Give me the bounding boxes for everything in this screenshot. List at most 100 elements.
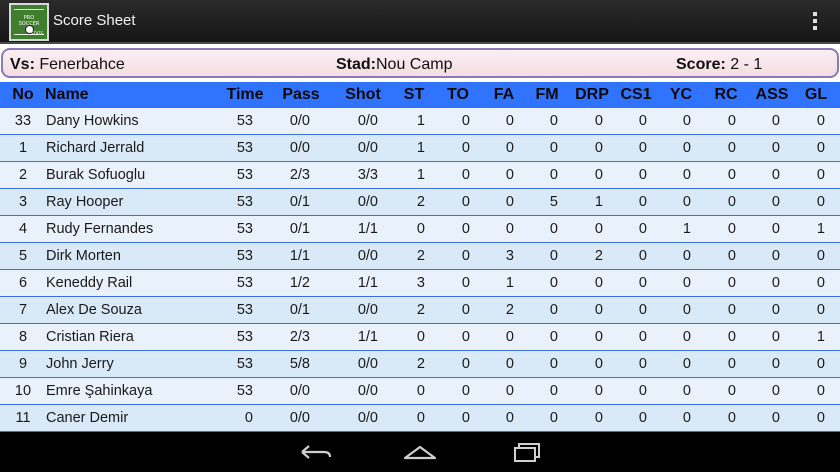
header-col-st: ST <box>403 86 425 103</box>
cell-name: Ray Hooper <box>46 194 124 210</box>
table-row[interactable]: 9 John Jerry 53 5/8 0/0 2 0 0 0 0 0 0 0 0 0 <box>0 351 840 378</box>
cell-gl: 0 <box>816 410 825 426</box>
cell-time: 53 <box>236 221 253 237</box>
cell-shot: 0/0 <box>357 302 378 318</box>
table-row[interactable]: 7 Alex De Souza 53 0/1 0/0 2 0 2 0 0 0 0 0 0 0 <box>0 297 840 324</box>
cell-yc: 0 <box>682 329 691 345</box>
cell-no: 5 <box>18 248 28 264</box>
score-label: Score: <box>676 56 726 73</box>
cell-no: 1 <box>18 140 28 156</box>
cell-yc: 0 <box>682 410 691 426</box>
cell-st: 2 <box>416 194 425 210</box>
cell-no: 7 <box>18 302 28 318</box>
cell-no: 8 <box>18 329 28 345</box>
cell-rc: 0 <box>727 248 736 264</box>
cell-rc: 0 <box>727 194 736 210</box>
cell-ass: 0 <box>771 221 780 237</box>
recents-icon[interactable] <box>506 440 546 464</box>
cell-fa: 0 <box>505 167 514 183</box>
cell-ass: 0 <box>771 194 780 210</box>
cell-rc: 0 <box>727 275 736 291</box>
table-row[interactable]: 6 Keneddy Rail 53 1/2 1/1 3 0 1 0 0 0 0 0 0 0 <box>0 270 840 297</box>
header-col-rc: RC <box>714 86 738 103</box>
cell-name: Keneddy Rail <box>46 275 133 291</box>
cell-to: 0 <box>461 140 470 156</box>
home-icon[interactable] <box>400 440 440 464</box>
cell-fm: 5 <box>549 194 558 210</box>
app-logo-sublabel: STATS <box>30 31 43 36</box>
cell-no: 3 <box>18 194 28 210</box>
cell-fm: 0 <box>549 302 558 318</box>
cell-gl: 0 <box>816 383 825 399</box>
cell-shot: 1/1 <box>357 275 378 291</box>
system-nav-bar <box>0 432 840 472</box>
cell-no: 9 <box>18 356 28 372</box>
cell-fa: 0 <box>505 194 514 210</box>
cell-fm: 0 <box>549 140 558 156</box>
opponent-value: Fenerbahce <box>39 56 125 73</box>
cell-pass: 0/0 <box>289 140 310 156</box>
header-col-drp: DRP <box>575 86 609 103</box>
cell-drp: 2 <box>594 248 603 264</box>
cell-name: Alex De Souza <box>46 302 142 318</box>
cell-yc: 0 <box>682 302 691 318</box>
cell-drp: 0 <box>594 410 603 426</box>
table-row[interactable]: 11 Caner Demir 0 0/0 0/0 0 0 0 0 0 0 0 0 0 0 <box>0 405 840 432</box>
cell-st: 3 <box>416 275 425 291</box>
cell-pass: 1/2 <box>289 275 310 291</box>
table-row[interactable]: 33 Dany Howkins 53 0/0 0/0 1 0 0 0 0 0 0 0 0 0 <box>0 108 840 135</box>
cell-drp: 0 <box>594 329 603 345</box>
cell-shot: 0/0 <box>357 410 378 426</box>
table-row[interactable]: 3 Ray Hooper 53 0/1 0/0 2 0 0 5 1 0 0 0 0 0 <box>0 189 840 216</box>
table-row[interactable]: 1 Richard Jerrald 53 0/0 0/0 1 0 0 0 0 0 0 0 0 0 <box>0 135 840 162</box>
table-row[interactable]: 2 Burak Sofuoglu 53 2/3 3/3 1 0 0 0 0 0 0 0 0 0 <box>0 162 840 189</box>
table-row[interactable]: 10 Emre Şahinkaya 53 0/0 0/0 0 0 0 0 0 0 0 0 0 0 <box>0 378 840 405</box>
cell-ass: 0 <box>771 383 780 399</box>
cell-pass: 0/1 <box>289 302 310 318</box>
cell-fm: 0 <box>549 329 558 345</box>
cell-cs1: 0 <box>638 113 647 129</box>
cell-drp: 0 <box>594 383 603 399</box>
stadium-value: Nou Camp <box>376 56 453 73</box>
cell-name: Caner Demir <box>46 410 129 426</box>
back-icon[interactable] <box>296 440 336 464</box>
cell-rc: 0 <box>727 302 736 318</box>
cell-fa: 0 <box>505 140 514 156</box>
table-row[interactable]: 8 Cristian Riera 53 2/3 1/1 0 0 0 0 0 0 0 0 0 1 <box>0 324 840 351</box>
cell-cs1: 0 <box>638 356 647 372</box>
cell-to: 0 <box>461 275 470 291</box>
cell-cs1: 0 <box>638 248 647 264</box>
cell-drp: 0 <box>594 356 603 372</box>
cell-cs1: 0 <box>638 194 647 210</box>
cell-name: Rudy Fernandes <box>46 221 154 237</box>
cell-ass: 0 <box>771 275 780 291</box>
table-row[interactable]: 5 Dirk Morten 53 1/1 0/0 2 0 3 0 2 0 0 0 0 0 <box>0 243 840 270</box>
cell-rc: 0 <box>727 329 736 345</box>
cell-name: Emre Şahinkaya <box>46 383 153 399</box>
cell-fa: 0 <box>505 113 514 129</box>
overflow-menu-icon[interactable] <box>812 12 818 32</box>
cell-shot: 1/1 <box>357 329 378 345</box>
cell-no: 11 <box>15 410 31 426</box>
header-col-to: TO <box>447 86 469 103</box>
cell-gl: 0 <box>816 140 825 156</box>
cell-gl: 0 <box>816 113 825 129</box>
cell-ass: 0 <box>771 302 780 318</box>
cell-ass: 0 <box>771 248 780 264</box>
cell-pass: 5/8 <box>289 356 310 372</box>
cell-gl: 0 <box>816 356 825 372</box>
cell-no: 4 <box>18 221 28 237</box>
cell-cs1: 0 <box>638 221 647 237</box>
table-row[interactable]: 4 Rudy Fernandes 53 0/1 1/1 0 0 0 0 0 0 1 0 0 1 <box>0 216 840 243</box>
score-value: 2 - 1 <box>730 56 763 73</box>
cell-pass: 0/1 <box>289 194 310 210</box>
cell-yc: 0 <box>682 248 691 264</box>
cell-cs1: 0 <box>638 383 647 399</box>
cell-fm: 0 <box>549 275 558 291</box>
cell-st: 0 <box>416 410 425 426</box>
cell-st: 0 <box>416 221 425 237</box>
cell-time: 53 <box>236 329 253 345</box>
cell-time: 53 <box>236 194 253 210</box>
cell-ass: 0 <box>771 329 780 345</box>
cell-time: 53 <box>236 113 253 129</box>
